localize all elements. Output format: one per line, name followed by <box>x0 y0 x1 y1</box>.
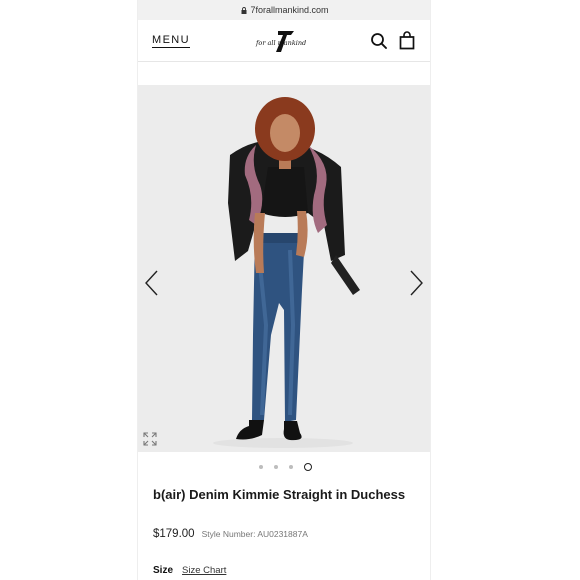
previous-image-arrow-icon[interactable] <box>144 270 160 296</box>
product-title: b(air) Denim Kimmie Straight in Duchess <box>153 487 406 502</box>
size-chart-link[interactable]: Size Chart <box>182 565 226 576</box>
product-price: $179.00 <box>153 528 195 540</box>
size-row: Size Size Chart <box>153 565 226 576</box>
url-text: 7forallmankind.com <box>250 5 329 15</box>
pagination-dot-active[interactable] <box>303 463 312 471</box>
product-image-gallery[interactable] <box>138 85 430 452</box>
expand-image-icon[interactable] <box>143 432 157 446</box>
browser-url-bar[interactable]: 7forallmankind.com <box>138 0 430 20</box>
pagination-dot[interactable] <box>288 465 293 469</box>
product-photo <box>138 85 430 452</box>
pagination-dot[interactable] <box>258 465 263 469</box>
next-image-arrow-icon[interactable] <box>408 270 424 296</box>
site-header: MENU for all mankind <box>138 20 430 62</box>
logo-wordmark: for all mankind <box>255 39 306 47</box>
shopping-bag-icon[interactable] <box>398 31 416 50</box>
search-icon[interactable] <box>370 32 388 50</box>
brand-logo[interactable]: for all mankind <box>254 28 318 54</box>
mobile-viewport: 7forallmankind.com MENU for all mankind <box>137 0 431 580</box>
lock-icon <box>241 6 247 14</box>
style-number: Style Number: AU0231887A <box>201 529 308 539</box>
size-label: Size <box>153 565 174 576</box>
menu-button[interactable]: MENU <box>152 34 190 48</box>
gallery-pagination <box>138 462 430 472</box>
pagination-dot[interactable] <box>273 465 278 469</box>
price-row: $179.00 Style Number: AU0231887A <box>153 528 308 540</box>
